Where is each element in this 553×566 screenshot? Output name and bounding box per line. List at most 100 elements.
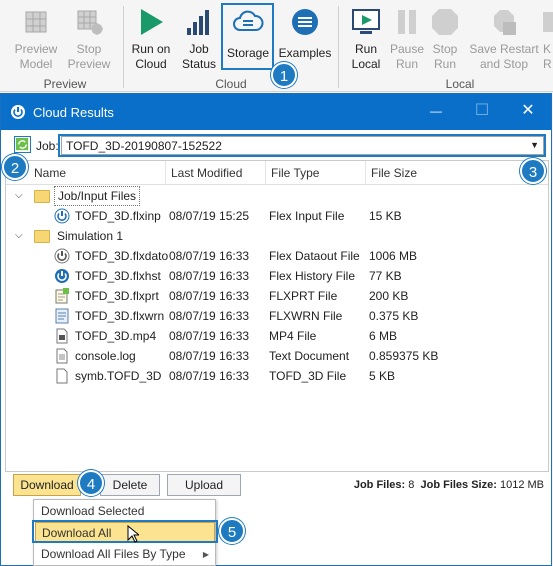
flex-data-icon	[54, 248, 70, 264]
preview-model-label-2: Model	[19, 57, 53, 71]
file-row[interactable]: TOFD_3D.flxinp 08/07/19 15:25 Flex Input…	[6, 206, 548, 226]
pause-run-button[interactable]: Pause Run	[388, 4, 426, 76]
file-name: symb.TOFD_3D	[75, 369, 162, 383]
job-files-size-label: Job Files Size:	[420, 479, 497, 491]
run-local-button[interactable]: Run Local	[346, 4, 386, 76]
book-stack-icon	[292, 9, 318, 35]
refresh-button[interactable]	[14, 136, 31, 153]
menu-item-download-all-by-type[interactable]: Download All Files By Type ▶	[35, 544, 215, 565]
group-row-simulation-1[interactable]: ⌵ Simulation 1	[6, 226, 548, 246]
stop-preview-label-2: Preview	[67, 57, 111, 71]
cutoff-label-2: R	[543, 57, 552, 71]
job-files-size-value: 1012 MB	[499, 479, 544, 491]
save-restart-label-1: Save Restart	[469, 42, 539, 56]
cloud-results-window: Cloud Results — ☐ ✕ Job: TOFD_3D-2019080…	[0, 93, 552, 566]
file-type: Text Document	[269, 349, 350, 363]
file-name: TOFD_3D.mp4	[75, 329, 157, 343]
stop-run-label-2: Run	[433, 57, 456, 71]
file-modified: 08/07/19 16:33	[169, 269, 250, 283]
download-button[interactable]: Download	[13, 474, 81, 496]
file-size: 0.375 KB	[369, 309, 419, 323]
file-size: 15 KB	[369, 209, 402, 223]
file-modified: 08/07/19 16:33	[169, 349, 250, 363]
file-row[interactable]: TOFD_3D.flxwrn 08/07/19 16:33 FLXWRN Fil…	[6, 306, 548, 326]
job-files-count: 8	[408, 479, 415, 491]
grid-header: Name Last Modified File Type File Size	[6, 161, 548, 185]
file-type: MP4 File	[269, 329, 317, 343]
pause-run-label-2: Run	[395, 57, 418, 71]
submenu-arrow-icon: ▶	[202, 550, 209, 559]
file-row[interactable]: TOFD_3D.flxdato 08/07/19 16:33 Flex Data…	[6, 246, 548, 266]
file-size: 77 KB	[369, 269, 402, 283]
file-name: console.log	[75, 349, 136, 363]
collapse-chevron-icon[interactable]: ⌵	[15, 186, 23, 206]
folder-icon	[34, 190, 50, 203]
save-stop-icon	[494, 10, 516, 35]
group-row-job-input[interactable]: ⌵ Job/Input Files	[6, 186, 548, 206]
stop-octagon-icon	[432, 9, 458, 35]
menu-item-download-selected[interactable]: Download Selected	[35, 501, 215, 522]
job-status-button[interactable]: Job Status	[179, 4, 219, 76]
flex-power-icon	[54, 208, 70, 224]
preview-model-button[interactable]: Preview Model	[10, 4, 62, 76]
file-modified: 08/07/19 16:33	[169, 369, 250, 383]
close-button[interactable]: ✕	[513, 100, 543, 124]
warning-doc-icon	[55, 308, 69, 324]
file-modified: 08/07/19 15:25	[169, 209, 250, 223]
window-titlebar[interactable]: Cloud Results — ☐ ✕	[1, 94, 551, 130]
group-name: Simulation 1	[57, 229, 124, 243]
monitor-play-icon	[352, 9, 380, 34]
maximize-button[interactable]: ☐	[467, 100, 497, 124]
preview-model-label-1: Preview	[14, 42, 58, 56]
column-header-last-modified[interactable]: Last Modified	[166, 161, 266, 185]
grid-cube-icon	[25, 11, 47, 33]
callout-1: 1	[271, 62, 297, 88]
callout-3: 3	[520, 158, 546, 184]
truncated-icon	[543, 12, 553, 32]
job-status-label-2: Status	[181, 57, 217, 71]
examples-label: Examples	[278, 46, 332, 60]
files-grid: Name Last Modified File Type File Size ⌵…	[5, 160, 549, 472]
run-on-cloud-button[interactable]: Run on Cloud	[128, 4, 174, 76]
file-type: Flex History File	[269, 269, 356, 283]
file-name: TOFD_3D.flxhst	[75, 269, 161, 283]
file-modified: 08/07/19 16:33	[169, 329, 250, 343]
file-size: 0.859375 KB	[369, 349, 439, 363]
file-type: FLXWRN File	[269, 309, 343, 323]
save-restart-label-2: and Stop	[479, 57, 529, 71]
grid-stop-icon	[77, 10, 103, 35]
cutoff-label-1: K	[543, 42, 552, 56]
job-status-label-1: Job	[189, 42, 209, 56]
stop-run-button[interactable]: Stop Run	[427, 4, 463, 76]
group-separator	[123, 6, 124, 88]
folder-icon	[34, 230, 50, 243]
collapse-chevron-icon[interactable]: ⌵	[15, 226, 23, 246]
job-files-status: Job Files: 8 Job Files Size: 1012 MB	[354, 479, 544, 491]
file-row[interactable]: TOFD_3D.flxhst 08/07/19 16:33 Flex Histo…	[6, 266, 548, 286]
file-modified: 08/07/19 16:33	[169, 309, 250, 323]
upload-button[interactable]: Upload	[167, 474, 241, 496]
column-header-name[interactable]: Name	[29, 161, 166, 185]
run-local-label-1: Run	[354, 42, 377, 56]
file-name: TOFD_3D.flxdato	[75, 249, 169, 263]
delete-button[interactable]: Delete	[100, 474, 160, 496]
video-file-icon	[56, 328, 68, 344]
run-on-cloud-label-1: Run on	[131, 42, 171, 56]
run-on-cloud-label-2: Cloud	[135, 57, 167, 71]
column-header-file-type[interactable]: File Type	[266, 161, 366, 185]
run-local-label-2: Local	[351, 57, 381, 71]
storage-highlight	[221, 3, 274, 70]
file-modified: 08/07/19 16:33	[169, 249, 250, 263]
file-type: Flex Input File	[269, 209, 345, 223]
file-row[interactable]: TOFD_3D.mp4 08/07/19 16:33 MP4 File 6 MB	[6, 326, 548, 346]
cutoff-ribbon-button[interactable]: K R	[543, 4, 553, 76]
minimize-button[interactable]: —	[421, 100, 451, 124]
file-size: 6 MB	[369, 329, 398, 343]
file-row[interactable]: symb.TOFD_3D 08/07/19 16:33 TOFD_3D File…	[6, 366, 548, 386]
save-restart-stop-button[interactable]: Save Restart and Stop	[466, 4, 542, 76]
callout-2: 2	[2, 154, 28, 180]
stop-preview-button[interactable]: Stop Preview	[66, 4, 112, 76]
refresh-icon	[15, 137, 29, 151]
file-row[interactable]: console.log 08/07/19 16:33 Text Document…	[6, 346, 548, 366]
file-row[interactable]: TOFD_3D.flxprt 08/07/19 16:33 FLXPRT Fil…	[6, 286, 548, 306]
